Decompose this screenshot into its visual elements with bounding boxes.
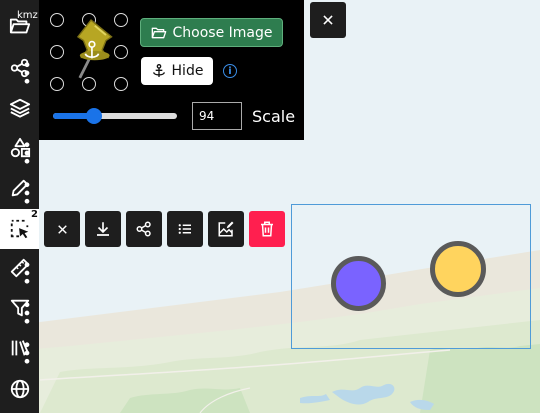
circle-marker-yellow[interactable] bbox=[430, 241, 486, 297]
globe-icon bbox=[10, 379, 29, 399]
more-dots-icon[interactable] bbox=[16, 182, 38, 204]
forest-patch bbox=[420, 344, 540, 413]
scale-slider[interactable] bbox=[53, 108, 177, 124]
download-selection-button[interactable] bbox=[85, 211, 121, 247]
close-icon bbox=[323, 15, 333, 25]
selection-count-badge: 2 bbox=[31, 209, 38, 220]
left-toolbar: kmz 2 bbox=[0, 0, 39, 413]
open-file-tool[interactable]: kmz bbox=[0, 6, 39, 46]
info-glyph: i bbox=[228, 65, 232, 77]
more-dots-icon[interactable] bbox=[16, 62, 38, 84]
folder-open-icon bbox=[151, 27, 166, 38]
scale-slider-thumb[interactable] bbox=[85, 108, 102, 124]
pushpin-icon bbox=[76, 19, 113, 79]
more-dots-icon[interactable] bbox=[16, 342, 38, 364]
hide-label: Hide bbox=[171, 63, 204, 79]
anchor-bottom-left[interactable] bbox=[50, 77, 64, 91]
layers-tool[interactable] bbox=[0, 88, 39, 128]
library-tool[interactable] bbox=[0, 328, 39, 368]
layers-icon bbox=[9, 98, 30, 118]
measure-tool[interactable] bbox=[0, 248, 39, 288]
close-icon bbox=[57, 224, 67, 234]
hide-button[interactable]: Hide bbox=[141, 57, 213, 85]
more-dots-icon[interactable] bbox=[16, 142, 38, 164]
edit-style-button[interactable] bbox=[208, 211, 244, 247]
selection-box[interactable] bbox=[291, 204, 531, 349]
clear-selection-button[interactable] bbox=[44, 211, 80, 247]
circle-marker-purple[interactable] bbox=[331, 256, 386, 311]
share-tool[interactable] bbox=[0, 48, 39, 88]
close-panel-button[interactable] bbox=[310, 2, 346, 38]
draw-tool[interactable] bbox=[0, 168, 39, 208]
shapes-tool[interactable] bbox=[0, 128, 39, 168]
list-selection-button[interactable] bbox=[167, 211, 203, 247]
choose-image-button[interactable]: Choose Image bbox=[140, 18, 283, 47]
anchor-middle-left[interactable] bbox=[50, 45, 64, 59]
more-dots-icon[interactable] bbox=[16, 262, 38, 284]
pin-image-panel: Choose Image Hide i Scale bbox=[39, 0, 304, 140]
scale-input[interactable] bbox=[192, 102, 242, 130]
select-pointer-icon bbox=[10, 219, 28, 239]
info-icon[interactable]: i bbox=[223, 64, 237, 78]
filter-tool[interactable] bbox=[0, 288, 39, 328]
download-icon bbox=[97, 222, 109, 236]
share-icon bbox=[136, 221, 151, 237]
anchor-top-left[interactable] bbox=[50, 13, 64, 27]
anchor-icon bbox=[152, 63, 165, 77]
scale-label: Scale bbox=[252, 107, 296, 126]
more-dots-icon[interactable] bbox=[16, 302, 38, 324]
list-icon bbox=[178, 224, 191, 234]
globe-tool[interactable] bbox=[0, 369, 39, 409]
file-type-badge: kmz bbox=[17, 10, 38, 21]
choose-image-label: Choose Image bbox=[172, 24, 273, 41]
share-selection-button[interactable] bbox=[126, 211, 162, 247]
image-edit-icon bbox=[218, 221, 234, 237]
trash-icon bbox=[261, 221, 273, 237]
select-tool[interactable]: 2 bbox=[0, 209, 39, 249]
delete-selection-button[interactable] bbox=[249, 211, 285, 247]
